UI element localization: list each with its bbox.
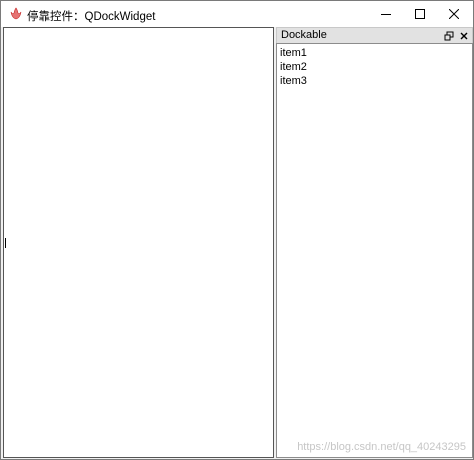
dock-title: Dockable bbox=[281, 29, 327, 41]
main-window: 停靠控件：QDockWidget Dockable item1 item2 it… bbox=[0, 0, 474, 460]
close-icon bbox=[449, 9, 459, 19]
maximize-icon bbox=[415, 9, 425, 19]
qt-app-icon bbox=[10, 7, 22, 20]
text-caret bbox=[5, 238, 6, 248]
list-item[interactable]: item1 bbox=[280, 46, 307, 60]
window-title: 停靠控件：QDockWidget bbox=[27, 11, 156, 23]
close-icon[interactable] bbox=[459, 31, 469, 41]
dock-widget: Dockable item1 item2 item3 https://blog.… bbox=[276, 27, 473, 458]
maximize-button[interactable] bbox=[401, 1, 439, 27]
list-item[interactable]: item2 bbox=[280, 60, 307, 74]
minimize-button[interactable] bbox=[367, 1, 405, 27]
central-text-edit[interactable] bbox=[3, 27, 274, 458]
dock-title-bar[interactable]: Dockable bbox=[276, 27, 473, 43]
watermark: https://blog.csdn.net/qq_40243295 bbox=[297, 441, 466, 453]
list-item[interactable]: item3 bbox=[280, 74, 307, 88]
title-bar[interactable]: 停靠控件：QDockWidget bbox=[1, 1, 473, 27]
float-icon[interactable] bbox=[444, 31, 454, 41]
minimize-icon bbox=[381, 14, 391, 15]
close-button[interactable] bbox=[435, 1, 473, 27]
dock-list[interactable]: item1 item2 item3 https://blog.csdn.net/… bbox=[276, 43, 473, 458]
